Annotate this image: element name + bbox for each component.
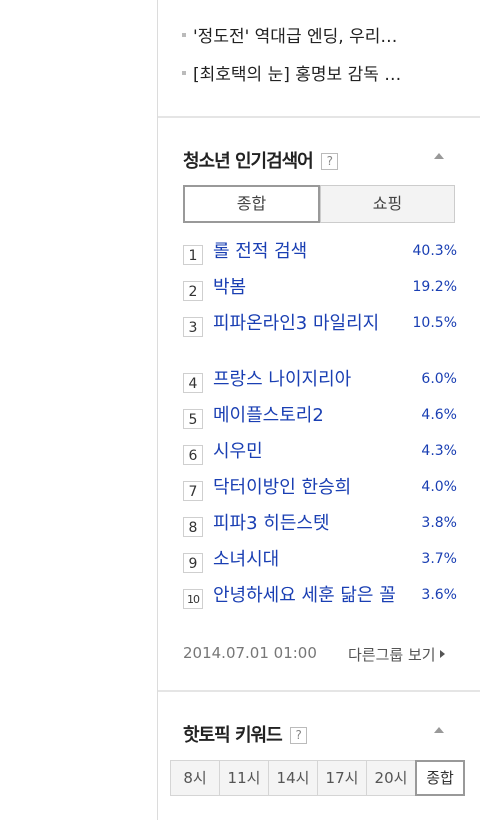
section-divider: [158, 690, 480, 692]
news-item[interactable]: [182, 0, 401, 18]
news-item[interactable]: [최호택의 눈] 홍명보 감독 …: [182, 56, 401, 94]
rank-term[interactable]: 메이플스토리2: [213, 404, 403, 428]
arrow-right-icon: [439, 649, 445, 658]
rank-percent: 19.2%: [412, 279, 457, 295]
other-group-label[interactable]: 다른그룹 보기: [348, 646, 436, 664]
rank-percent: 3.7%: [421, 551, 457, 567]
news-item[interactable]: '정도전' 역대급 엔딩, 우리…: [182, 18, 401, 56]
rank-number: 7: [183, 481, 203, 501]
rank-term[interactable]: 박봄: [213, 276, 403, 300]
section-divider: [158, 116, 480, 118]
other-group-link[interactable]: 다른그룹 보기: [348, 644, 445, 665]
rank-percent: 10.5%: [412, 315, 457, 331]
rank-item[interactable]: 9 소녀시대 3.7%: [183, 548, 457, 584]
rank-percent: 3.8%: [421, 515, 457, 531]
tab-shopping[interactable]: 쇼핑: [320, 185, 455, 223]
hour-tab-11[interactable]: 11시: [219, 760, 269, 796]
hour-tab-14[interactable]: 14시: [268, 760, 318, 796]
rank-item[interactable]: 3 피파온라인3 마일리지 10.5%: [183, 312, 457, 368]
hour-tabs: 8시 11시 14시 17시 20시 종합: [170, 760, 465, 796]
right-panel: '정도전' 역대급 엔딩, 우리… [최호택의 눈] 홍명보 감독 … 청소년 …: [157, 0, 480, 820]
left-column: [0, 0, 157, 820]
hot-topic-title-text: 핫토픽 키워드: [183, 725, 283, 746]
rank-number: 1: [183, 245, 203, 265]
rank-percent: 40.3%: [412, 243, 457, 259]
hour-tab-20[interactable]: 20시: [366, 760, 416, 796]
rank-term[interactable]: 안녕하세요 세훈 닮은 꼴: [213, 584, 403, 608]
update-timestamp: 2014.07.01 01:00: [183, 644, 317, 662]
rank-number: 4: [183, 373, 203, 393]
teen-search-tabs: 종합 쇼핑: [183, 185, 455, 223]
rank-number: 6: [183, 445, 203, 465]
rank-number: 5: [183, 409, 203, 429]
rank-percent: 6.0%: [421, 371, 457, 387]
rank-number: 9: [183, 553, 203, 573]
collapse-icon[interactable]: [434, 727, 444, 733]
bullet-icon: [182, 33, 186, 37]
rank-term[interactable]: 프랑스 나이지리아: [213, 368, 403, 392]
rank-item[interactable]: 6 시우민 4.3%: [183, 440, 457, 476]
rank-number: 3: [183, 317, 203, 337]
rank-item[interactable]: 1 롤 전적 검색 40.3%: [183, 240, 457, 276]
hour-tab-8[interactable]: 8시: [170, 760, 220, 796]
hour-tab-17[interactable]: 17시: [317, 760, 367, 796]
teen-search-title-text: 청소년 인기검색어: [183, 151, 314, 172]
rank-item[interactable]: 4 프랑스 나이지리아 6.0%: [183, 368, 457, 404]
rank-term[interactable]: 시우민: [213, 440, 403, 464]
rank-percent: 3.6%: [421, 587, 457, 603]
news-item-label[interactable]: '정도전' 역대급 엔딩, 우리…: [193, 27, 397, 47]
rank-term[interactable]: 소녀시대: [213, 548, 403, 572]
hour-tab-overall[interactable]: 종합: [415, 760, 465, 796]
tab-overall[interactable]: 종합: [183, 185, 320, 223]
rank-number: 2: [183, 281, 203, 301]
bullet-icon: [182, 71, 186, 75]
rank-item[interactable]: 5 메이플스토리2 4.6%: [183, 404, 457, 440]
rank-number: 10: [183, 589, 203, 609]
rank-term[interactable]: 피파온라인3 마일리지: [213, 312, 393, 336]
hot-topic-title: 핫토픽 키워드?: [183, 721, 307, 747]
teen-search-title: 청소년 인기검색어?: [183, 147, 338, 173]
news-item-label[interactable]: [최호택의 눈] 홍명보 감독 …: [193, 65, 401, 85]
rank-list: 1 롤 전적 검색 40.3% 2 박봄 19.2% 3 피파온라인3 마일리지 10.5%…: [183, 240, 457, 620]
rank-term[interactable]: 롤 전적 검색: [213, 240, 403, 264]
rank-percent: 4.6%: [421, 407, 457, 423]
rank-percent: 4.0%: [421, 479, 457, 495]
help-icon[interactable]: ?: [289, 726, 307, 744]
rank-term[interactable]: 닥터이방인 한승희: [213, 476, 403, 500]
news-list: '정도전' 역대급 엔딩, 우리… [최호택의 눈] 홍명보 감독 …: [182, 0, 401, 94]
collapse-icon[interactable]: [434, 153, 444, 159]
help-icon[interactable]: ?: [320, 152, 338, 170]
rank-item[interactable]: 8 피파3 히든스텟 3.8%: [183, 512, 457, 548]
rank-item[interactable]: 7 닥터이방인 한승희 4.0%: [183, 476, 457, 512]
rank-percent: 4.3%: [421, 443, 457, 459]
rank-item[interactable]: 10 안녕하세요 세훈 닮은 꼴 3.6%: [183, 584, 457, 620]
rank-item[interactable]: 2 박봄 19.2%: [183, 276, 457, 312]
rank-number: 8: [183, 517, 203, 537]
rank-term[interactable]: 피파3 히든스텟: [213, 512, 403, 536]
